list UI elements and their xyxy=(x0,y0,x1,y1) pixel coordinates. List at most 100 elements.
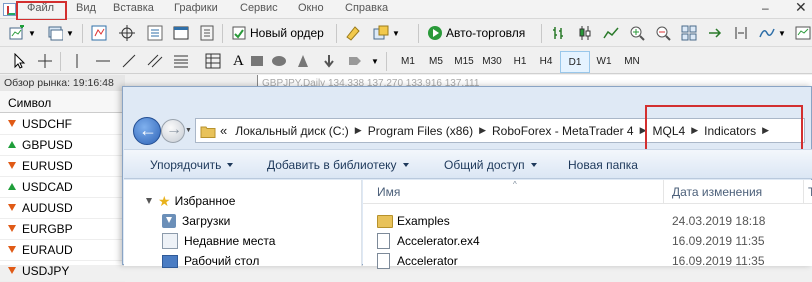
market-watch-button[interactable] xyxy=(88,23,110,43)
metatrader-app-icon[interactable] xyxy=(3,3,16,16)
timeframe-mn[interactable]: MN xyxy=(618,51,646,71)
file-row[interactable]: Accelerator 16.09.2019 11:35 xyxy=(363,251,812,271)
file-row[interactable]: Accelerator.ex4 16.09.2019 11:35 xyxy=(363,231,812,251)
equidistant-channel-button[interactable] xyxy=(144,51,166,71)
indicators-button[interactable]: ▼ xyxy=(756,23,789,43)
nav-recent[interactable]: Недавние места xyxy=(124,231,275,251)
navigator-button[interactable] xyxy=(144,23,166,43)
market-watch-list: USDCHF GBPUSD EURUSD USDCAD AUDUSD EURGB… xyxy=(0,113,125,282)
trendline-button[interactable] xyxy=(118,51,140,71)
bar-chart-button[interactable] xyxy=(548,23,570,43)
symbol-row[interactable]: USDCHF xyxy=(0,113,125,135)
timeframe-h4[interactable]: H4 xyxy=(532,51,560,71)
new-chart-button[interactable]: ▼ xyxy=(6,23,39,43)
breadcrumb-program-files[interactable]: Program Files (x86) xyxy=(368,124,473,138)
timeframe-m1[interactable]: M1 xyxy=(394,51,422,71)
chart-shift-button[interactable] xyxy=(730,23,752,43)
column-name[interactable]: Имя xyxy=(377,185,400,199)
nav-downloads-label: Загрузки xyxy=(182,214,231,228)
symbol-row[interactable]: EURAUD xyxy=(0,239,125,261)
folder-icon xyxy=(200,126,216,138)
tile-windows-icon xyxy=(681,25,697,41)
channel-icon xyxy=(147,54,163,68)
templates-button[interactable] xyxy=(792,23,812,43)
cursor-button[interactable] xyxy=(8,51,30,71)
file-name: Examples xyxy=(397,214,450,228)
chevron-right-icon[interactable]: ▶ xyxy=(355,125,362,136)
forward-button[interactable] xyxy=(161,119,185,143)
symbol-row[interactable]: GBPUSD xyxy=(0,134,125,156)
breadcrumb-roboforex[interactable]: RoboForex - MetaTrader 4 xyxy=(492,124,634,138)
autoscroll-icon xyxy=(709,28,722,38)
share-button[interactable]: Общий доступ xyxy=(444,158,537,172)
timeframe-m15[interactable]: M15 xyxy=(450,51,478,71)
file-row[interactable]: Examples 24.03.2019 18:18 xyxy=(363,211,812,231)
terminal-button[interactable] xyxy=(170,23,192,43)
label-button[interactable] xyxy=(344,51,366,71)
fibonacci-button[interactable] xyxy=(170,51,192,71)
file-name: Accelerator xyxy=(397,254,458,268)
zoom-in-button[interactable] xyxy=(626,23,648,43)
price-down-icon xyxy=(8,162,16,169)
menu-tools[interactable]: Сервис xyxy=(240,2,278,14)
menu-view[interactable]: Вид xyxy=(76,2,96,14)
add-to-library-button[interactable]: Добавить в библиотеку xyxy=(267,158,409,172)
timeframe-d1[interactable]: D1 xyxy=(560,51,590,73)
menu-insert[interactable]: Вставка xyxy=(113,2,154,14)
text-button[interactable] xyxy=(202,51,224,71)
new-folder-button[interactable]: Новая папка xyxy=(568,158,638,172)
letter-a-button[interactable]: A xyxy=(230,51,247,71)
nav-downloads[interactable]: Загрузки xyxy=(124,211,230,231)
command-bar: Упорядочить Добавить в библиотеку Общий … xyxy=(124,149,812,179)
menu-window[interactable]: Окно xyxy=(298,2,324,14)
column-type[interactable]: Т xyxy=(808,185,812,199)
auto-trading-button[interactable]: Авто-торговля xyxy=(424,23,528,43)
candlestick-button[interactable] xyxy=(574,23,596,43)
zoom-out-button[interactable] xyxy=(652,23,674,43)
new-order-button[interactable]: Новый ордер xyxy=(228,23,327,43)
close-icon[interactable]: ✕ xyxy=(795,0,807,16)
organize-button[interactable]: Упорядочить xyxy=(150,158,234,172)
expand-icon[interactable] xyxy=(146,198,152,204)
timeframe-m30[interactable]: M30 xyxy=(478,51,506,71)
symbol-row[interactable]: USDCAD xyxy=(0,176,125,198)
breadcrumb-overflow[interactable]: « xyxy=(220,123,227,138)
chevron-right-icon[interactable]: ▶ xyxy=(479,125,486,136)
metaeditor-button[interactable] xyxy=(342,23,364,43)
vertical-line-button[interactable] xyxy=(66,51,88,71)
menu-charts[interactable]: Графики xyxy=(174,2,218,14)
horizontal-line-button[interactable] xyxy=(92,51,114,71)
timeframe-h1[interactable]: H1 xyxy=(506,51,534,71)
breadcrumb-local-disk[interactable]: Локальный диск (C:) xyxy=(235,124,349,138)
nav-desktop[interactable]: Рабочий стол xyxy=(124,251,259,271)
timeframe-m5[interactable]: M5 xyxy=(422,51,450,71)
experts-button[interactable]: ▼ xyxy=(370,23,403,43)
symbol-name: GBPUSD xyxy=(22,137,73,152)
column-date-modified[interactable]: Дата изменения xyxy=(672,185,762,199)
arrow-thumb-up-button[interactable] xyxy=(292,51,314,71)
crosshair-button[interactable] xyxy=(34,51,56,71)
back-button[interactable] xyxy=(133,117,161,145)
strategy-tester-button[interactable] xyxy=(196,23,218,43)
rectangle-button[interactable] xyxy=(246,51,268,71)
minimize-icon[interactable]: ‒ xyxy=(762,1,769,15)
tile-windows-button[interactable] xyxy=(678,23,700,43)
symbol-row[interactable]: USDJPY xyxy=(0,260,125,282)
symbol-row[interactable]: AUDUSD xyxy=(0,197,125,219)
timeframe-w1[interactable]: W1 xyxy=(590,51,618,71)
symbol-row[interactable]: EURGBP xyxy=(0,218,125,240)
symbol-row[interactable]: EURUSD xyxy=(0,155,125,177)
drawing-more-button[interactable]: ▼ xyxy=(368,51,382,71)
arrow-down-button[interactable] xyxy=(318,51,340,71)
symbol-column-header[interactable]: Символ xyxy=(0,91,125,113)
menu-help[interactable]: Справка xyxy=(345,2,388,14)
ellipse-button[interactable] xyxy=(268,51,290,71)
profiles-button[interactable]: ▼ xyxy=(44,23,77,43)
explorer-window: ▼ « Локальный диск (C:) ▶ Program Files … xyxy=(122,86,812,269)
data-window-button[interactable] xyxy=(116,23,138,43)
autoscroll-button[interactable] xyxy=(704,23,726,43)
zoom-in-icon xyxy=(630,26,645,41)
recent-pages-chevron-icon[interactable]: ▼ xyxy=(185,127,192,134)
nav-favorites[interactable]: ★ Избранное xyxy=(124,191,235,211)
line-chart-button[interactable] xyxy=(600,23,622,43)
